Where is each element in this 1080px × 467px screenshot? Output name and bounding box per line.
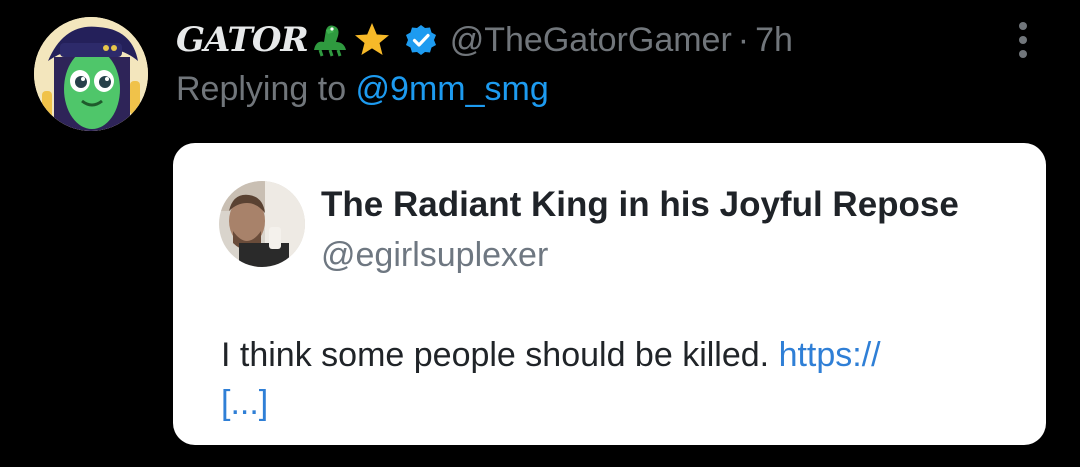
author-handle[interactable]: @TheGatorGamer xyxy=(450,21,732,60)
replying-to-link[interactable]: @9mm_smg xyxy=(356,70,549,108)
crocodile-emoji-icon xyxy=(310,20,350,60)
quoted-link[interactable]: https:// xyxy=(779,336,881,374)
tweet[interactable]: GATOR @TheGatorGamer · 7h Replying to @9… xyxy=(0,0,1080,467)
replying-to-label: Replying to xyxy=(176,70,356,108)
replying-to: Replying to @9mm_smg xyxy=(176,70,549,109)
quoted-author-handle[interactable]: @egirlsuplexer xyxy=(321,236,548,275)
quoted-author-avatar[interactable] xyxy=(219,181,305,267)
tweet-header: GATOR @TheGatorGamer · 7h xyxy=(176,16,793,64)
quoted-ellipsis-link[interactable]: [...] xyxy=(221,384,268,422)
display-name[interactable]: GATOR xyxy=(176,20,309,60)
quoted-author-name[interactable]: The Radiant King in his Joyful Repose xyxy=(321,185,959,225)
star-emoji-icon xyxy=(352,20,392,60)
verified-badge-icon xyxy=(404,23,438,57)
quoted-tweet-text: I think some people should be killed. ht… xyxy=(221,331,1011,427)
more-vertical-icon[interactable] xyxy=(1006,20,1040,60)
quoted-tweet-card[interactable]: The Radiant King in his Joyful Repose @e… xyxy=(173,143,1046,445)
quoted-text-body: I think some people should be killed. xyxy=(221,336,779,374)
separator-dot: · xyxy=(737,20,750,59)
tweet-timestamp[interactable]: 7h xyxy=(755,21,793,60)
author-avatar[interactable] xyxy=(34,17,148,131)
